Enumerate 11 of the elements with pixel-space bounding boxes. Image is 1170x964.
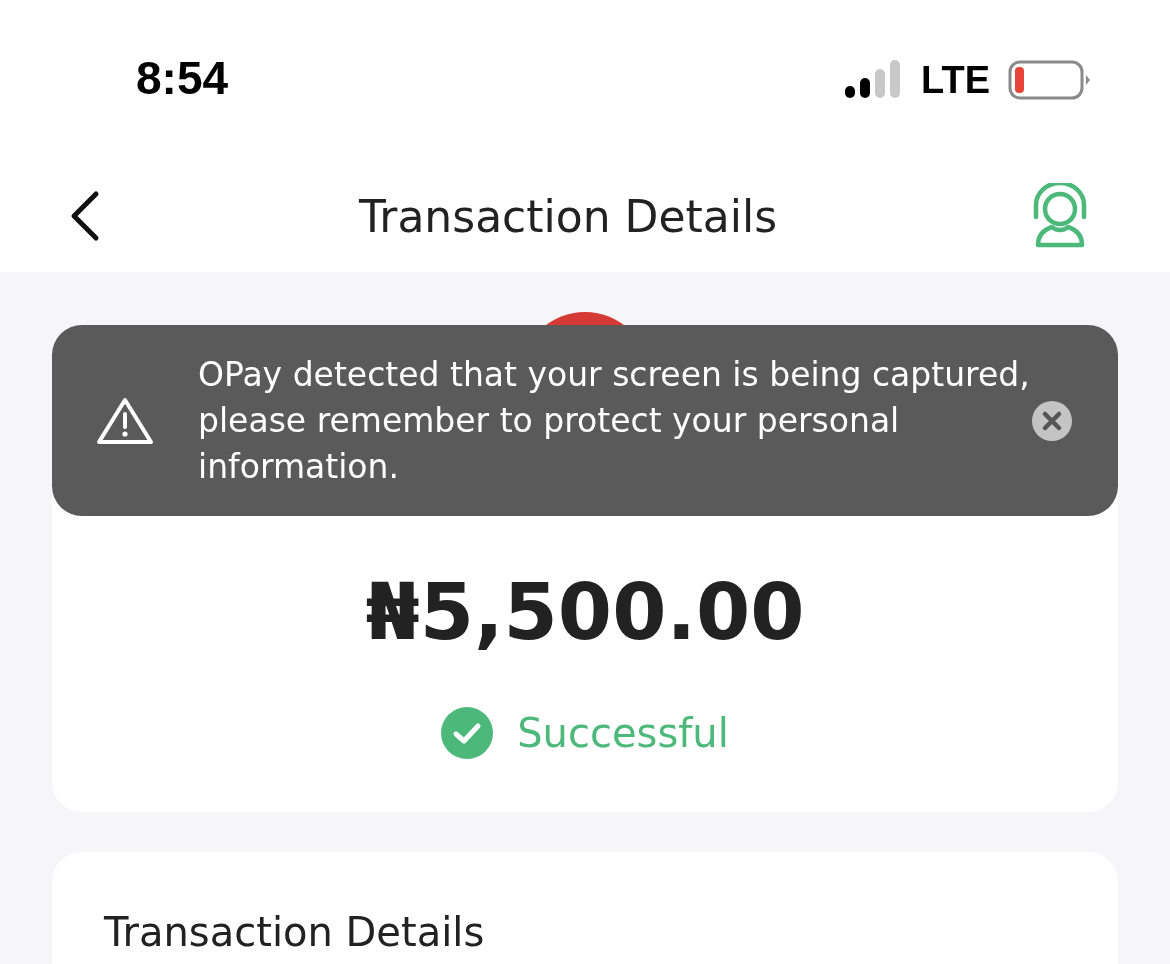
section-heading: Transaction Details xyxy=(104,908,486,956)
amount: ₦5,500.00 xyxy=(365,567,805,657)
status-label: Successful xyxy=(517,709,729,757)
network-label: LTE xyxy=(921,58,990,102)
status-time: 8:54 xyxy=(136,51,229,105)
warning-icon xyxy=(96,395,154,446)
close-button[interactable] xyxy=(1032,400,1072,441)
battery-icon xyxy=(1008,60,1090,100)
page-title: Transaction Details xyxy=(358,190,778,242)
toast-message: OPay detected that your screen is being captured, please remember to protect your personal information. xyxy=(198,353,1031,488)
check-icon xyxy=(441,707,494,759)
